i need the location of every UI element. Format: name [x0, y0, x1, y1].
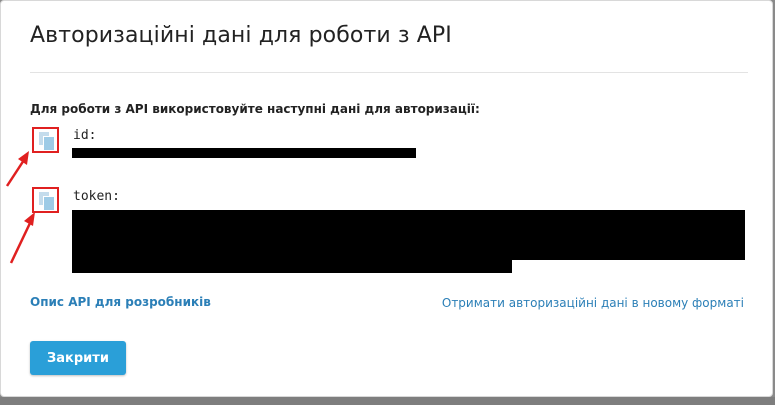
arrow-icon	[9, 212, 35, 264]
annotation-arrows	[5, 151, 35, 264]
background-page-strip	[0, 397, 775, 405]
arrow-icon	[5, 151, 29, 187]
